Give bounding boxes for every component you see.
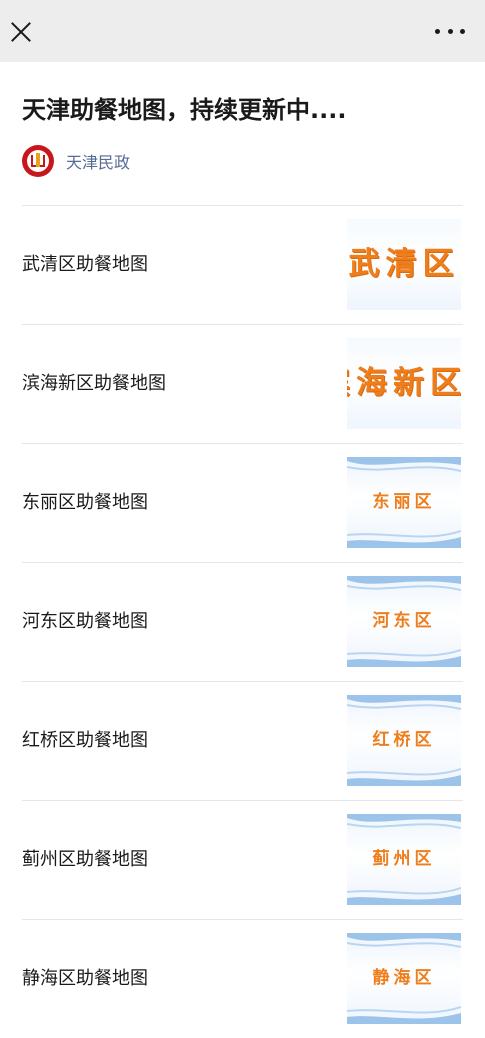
thumbnail-image: 红桥区 [347,695,461,786]
close-icon[interactable] [10,21,32,43]
list-item-label: 红桥区助餐地图 [22,730,148,751]
list-item-label: 滨海新区助餐地图 [22,373,166,394]
list-item[interactable]: 河东区助餐地图 河东区 [22,562,463,681]
list-item[interactable]: 红桥区助餐地图 红桥区 [22,681,463,800]
article-title: 天津助餐地图，持续更新中.... [22,96,347,124]
account-name: 天津民政 [66,153,131,172]
thumbnail-text: 河东区 [372,611,436,631]
thumbnail-text: 红桥区 [372,730,436,750]
list-item-label: 静海区助餐地图 [22,968,148,989]
list-item[interactable]: 蓟州区助餐地图 蓟州区 [22,800,463,919]
district-list: 武清区助餐地图 武清区 滨海新区助餐地图 滨海新区 东丽区助餐地图 东丽区 河东… [22,205,463,1038]
thumbnail-image: 武清区 [347,219,461,310]
thumbnail-text: 东丽区 [372,492,436,512]
list-item-label: 蓟州区助餐地图 [22,849,148,870]
list-item[interactable]: 静海区助餐地图 静海区 [22,919,463,1038]
tianjin-civil-affairs-logo-icon [22,145,54,177]
top-bar [0,0,485,62]
list-item-label: 河东区助餐地图 [22,611,148,632]
thumbnail-text: 静海区 [372,968,436,988]
thumbnail-image: 滨海新区 [347,338,461,429]
more-dots-icon[interactable] [435,20,465,42]
thumbnail-image: 蓟州区 [347,814,461,905]
account-link[interactable]: 天津民政 [22,145,130,177]
thumbnail-text: 武清区 [348,246,460,282]
list-item[interactable]: 武清区助餐地图 武清区 [22,205,463,324]
thumbnail-image: 河东区 [347,576,461,667]
list-item[interactable]: 东丽区助餐地图 东丽区 [22,443,463,562]
thumbnail-text: 滨海新区 [347,365,461,401]
list-item[interactable]: 滨海新区助餐地图 滨海新区 [22,324,463,443]
list-item-label: 东丽区助餐地图 [22,492,148,513]
thumbnail-image: 静海区 [347,933,461,1024]
thumbnail-image: 东丽区 [347,457,461,548]
thumbnail-text: 蓟州区 [372,849,436,869]
list-item-label: 武清区助餐地图 [22,254,148,275]
